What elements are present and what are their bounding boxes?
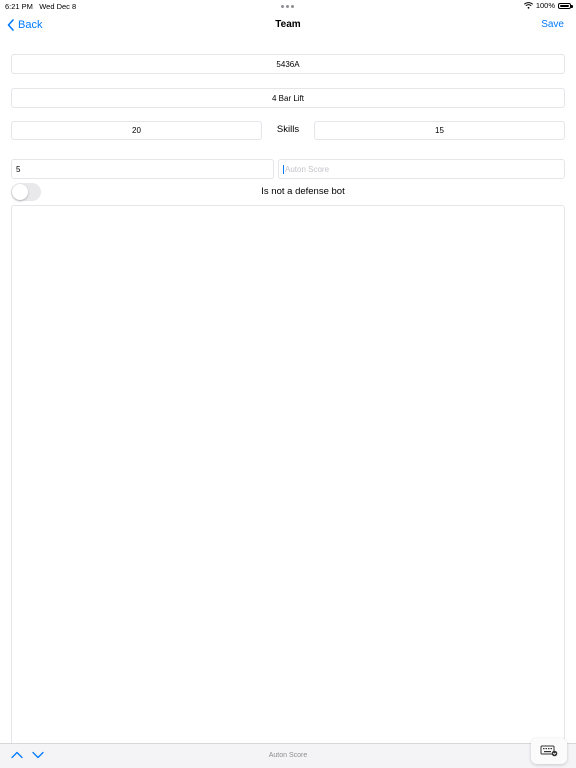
page-title: Team [275,19,301,30]
status-date: Wed Dec 8 [39,2,77,11]
programming-score-field[interactable]: 15 [314,121,565,140]
team-number-value: 5436A [276,59,300,69]
navigation-bar: Back Team Save [0,12,576,40]
team-number-field[interactable]: 5436A [11,54,565,74]
status-time-date: 6:21 PM Wed Dec 8 [5,2,76,11]
battery-percentage: 100% [535,1,555,10]
robot-type-field[interactable]: 4 Bar Lift [11,88,565,108]
notes-text-area[interactable] [11,205,565,745]
save-button[interactable]: Save [541,19,564,30]
robot-type-value: 4 Bar Lift [271,93,304,103]
keyboard-accessory-toolbar: Auton Score [0,743,576,768]
team-edit-screen: 6:21 PM Wed Dec 8 100% Back Team Save 54… [0,0,576,768]
active-field-label: Auton Score [268,752,308,759]
driver-score-value: 20 [132,126,141,135]
battery-icon [558,2,573,9]
multitasking-dots-icon[interactable] [281,1,295,9]
wifi-icon [523,2,533,9]
keyboard-dismiss-button[interactable] [531,738,567,764]
status-bar: 6:21 PM Wed Dec 8 100% [0,0,576,12]
match-field[interactable]: 5 [11,159,274,179]
auton-score-input[interactable]: Auton Score [278,159,565,179]
match-value: 5 [16,164,21,174]
text-caret [283,164,284,174]
skills-label: Skills [276,124,300,135]
auton-score-placeholder: Auton Score [285,164,330,174]
programming-score-value: 15 [435,126,444,135]
driver-score-field[interactable]: 20 [11,121,262,140]
keyboard-dismiss-icon [540,745,558,757]
status-time: 6:21 PM [5,2,33,11]
status-indicators: 100% [523,1,573,10]
defense-bot-label: Is not a defense bot [261,186,345,197]
